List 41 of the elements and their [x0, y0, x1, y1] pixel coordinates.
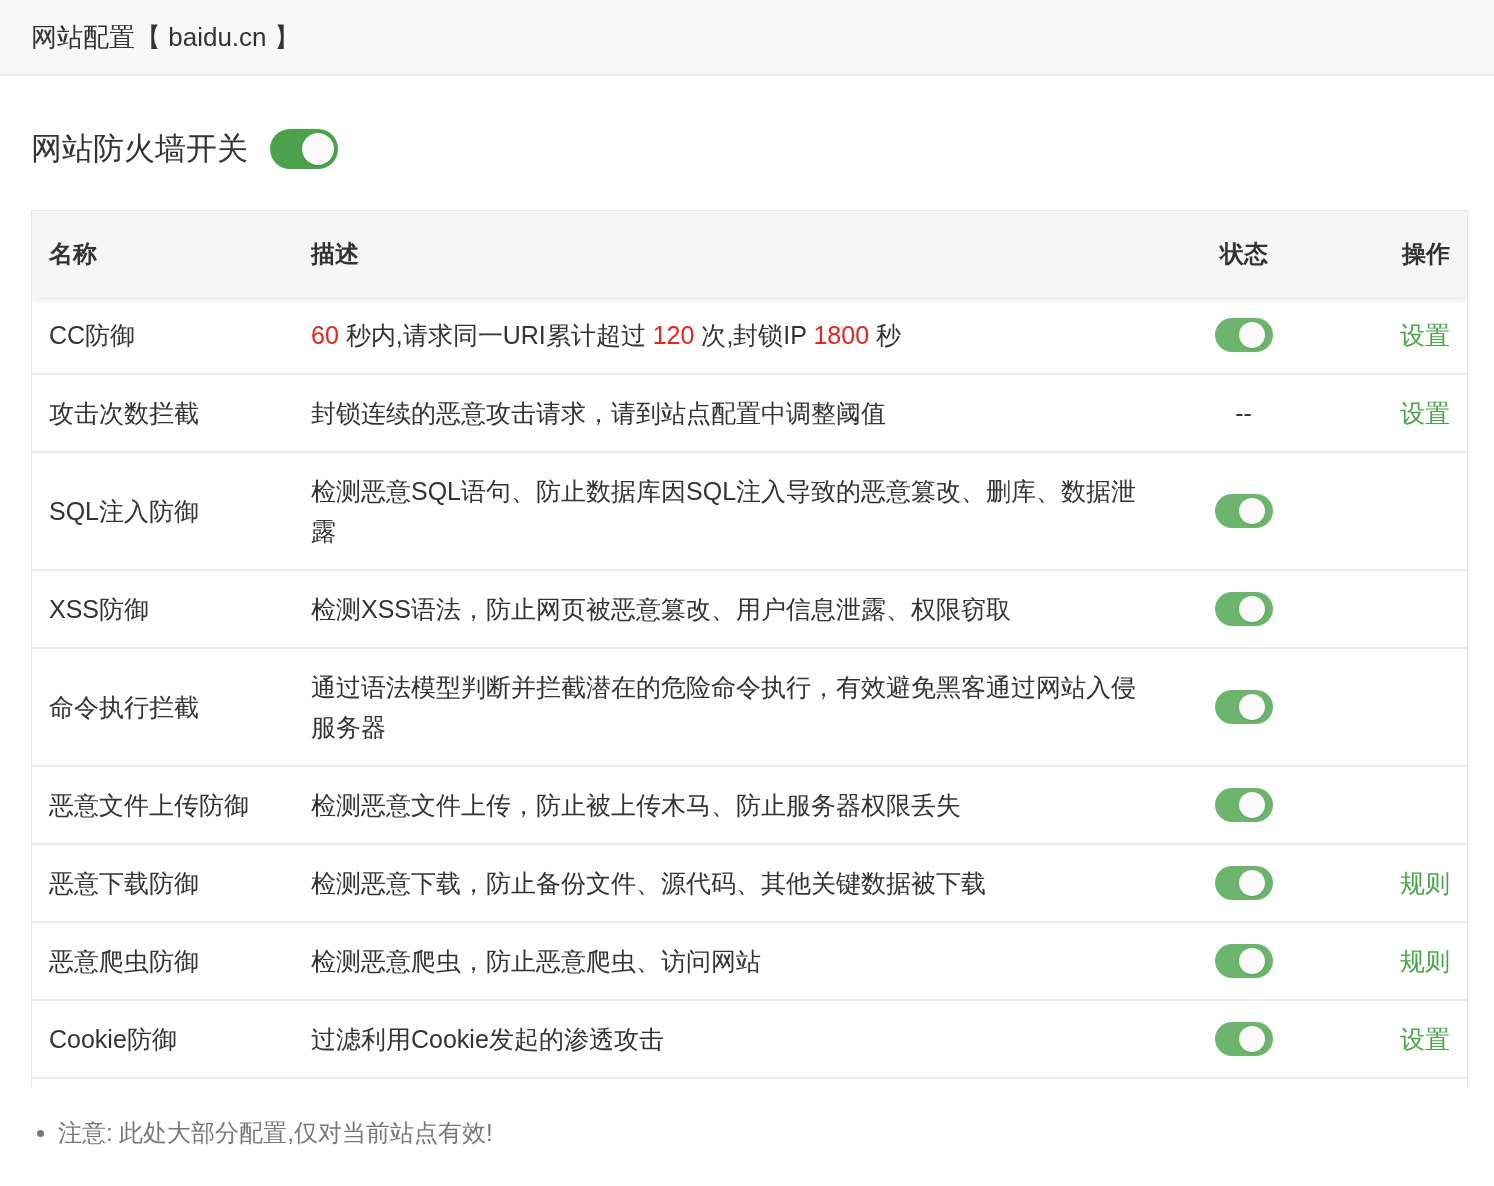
- firewall-toggle[interactable]: [270, 129, 338, 169]
- rule-description: 通过语法模型判断并拦截潜在的危险命令执行，有效避免黑客通过网站入侵服务器: [311, 673, 1136, 741]
- column-header: 操作: [1400, 239, 1451, 269]
- rule-description: 检测恶意SQL语句、防止数据库因SQL注入导致的恶意篡改、删库、数据泄露: [311, 477, 1137, 545]
- rule-description: 封锁连续的恶意攻击请求，请到站点配置中调整阈值: [311, 399, 886, 427]
- rule-toggle[interactable]: [1214, 318, 1273, 352]
- rule-toggle[interactable]: [1214, 494, 1273, 528]
- rule-description: 检测恶意下载，防止备份文件、源代码、其他关键数据被下载: [311, 869, 986, 897]
- rule-name: Cookie防御: [49, 1025, 177, 1053]
- rule-action-link[interactable]: 规则: [1400, 947, 1450, 975]
- rule-description: 检测恶意爬虫，防止恶意爬虫、访问网站: [311, 947, 761, 975]
- rule-name: 命令执行拦截: [49, 693, 199, 721]
- rule-action-link[interactable]: 规则: [1400, 869, 1450, 897]
- rule-description: 检测XSS语法，防止网页被恶意篡改、用户信息泄露、权限窃取: [311, 595, 1012, 623]
- column-header: 描述: [311, 239, 360, 269]
- rule-name: 恶意爬虫防御: [49, 947, 199, 975]
- bullet-icon: [37, 1129, 44, 1137]
- rule-name: 恶意文件上传防御: [49, 791, 249, 819]
- rule-name: XSS防御: [49, 595, 150, 623]
- rule-name: 攻击次数拦截: [49, 399, 199, 427]
- rule-toggle[interactable]: [1214, 944, 1273, 978]
- rule-toggle[interactable]: [1214, 866, 1273, 900]
- rule-description: 60 秒内,请求同一URI累计超过 120 次,封锁IP 1800 秒: [311, 321, 902, 349]
- rule-description: 检测恶意文件上传，防止被上传木马、防止服务器权限丢失: [311, 791, 961, 819]
- rule-toggle[interactable]: [1214, 788, 1273, 822]
- column-header: 名称: [48, 239, 98, 269]
- rule-action-link[interactable]: 设置: [1400, 399, 1450, 427]
- rule-name: 恶意下载防御: [49, 869, 199, 897]
- window-title: 网站配置【 baidu.cn 】: [31, 20, 300, 54]
- rule-toggle[interactable]: [1214, 592, 1273, 626]
- note-text: 注意: 此处大部分配置,仅对当前站点有效!: [58, 1118, 493, 1148]
- rule-action-link[interactable]: 设置: [1400, 321, 1450, 349]
- column-header: 状态: [1218, 239, 1269, 269]
- rule-name: SQL注入防御: [49, 497, 200, 525]
- rule-description: 过滤利用Cookie发起的渗透攻击: [311, 1025, 664, 1053]
- rule-action-link[interactable]: 设置: [1400, 1025, 1450, 1053]
- firewall-switch-label: 网站防火墙开关: [31, 129, 248, 168]
- rule-name: CC防御: [49, 321, 136, 349]
- status-text: --: [1235, 398, 1252, 429]
- rule-toggle[interactable]: [1214, 690, 1273, 724]
- rule-toggle[interactable]: [1214, 1022, 1273, 1056]
